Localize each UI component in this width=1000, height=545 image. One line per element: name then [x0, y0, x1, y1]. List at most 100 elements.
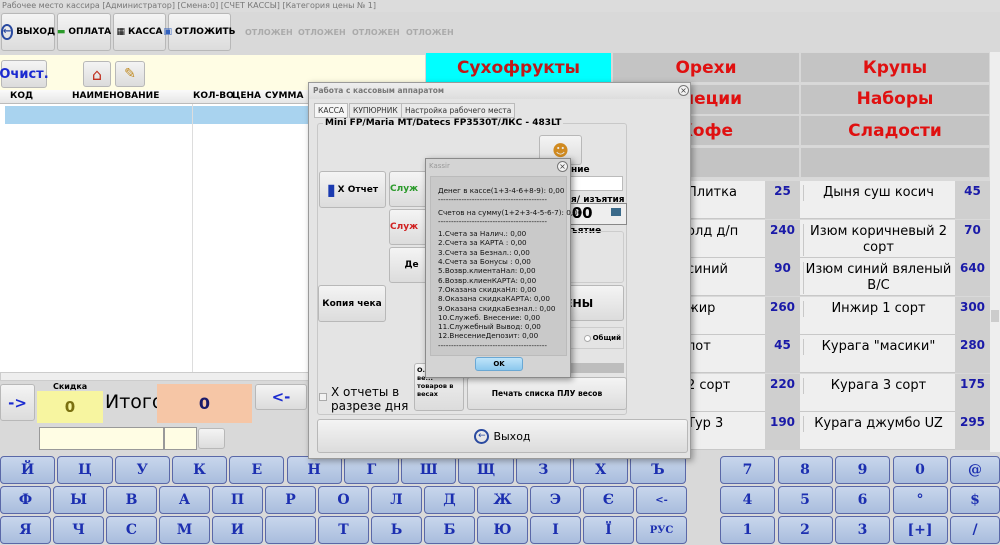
calculator-icon[interactable]	[611, 208, 621, 216]
product-scrollbar[interactable]	[990, 180, 1000, 452]
key-Р[interactable]: Р	[265, 486, 316, 514]
key-Н[interactable]: Н	[286, 456, 342, 484]
key-/[interactable]: /	[950, 516, 1000, 544]
key-Ф[interactable]: Ф	[0, 486, 51, 514]
key-Ъ[interactable]: Ъ	[630, 456, 686, 484]
key-Л[interactable]: Л	[371, 486, 422, 514]
key-М[interactable]: М	[159, 516, 210, 544]
product-name[interactable]: Плитка	[687, 185, 762, 201]
pay-button[interactable]: ▬ ОПЛАТА	[57, 13, 111, 51]
quantity-field[interactable]	[164, 427, 197, 450]
key-У[interactable]: У	[114, 456, 170, 484]
key-$[interactable]: $	[950, 486, 1000, 514]
receipt-copy-button[interactable]: Копия чека	[318, 285, 386, 322]
key-Б[interactable]: Б	[424, 516, 475, 544]
category-button[interactable]	[800, 146, 990, 178]
product-name[interactable]: Дыня суш косич	[803, 185, 953, 201]
key-°[interactable]: °	[892, 486, 948, 514]
key-1[interactable]: 1	[720, 516, 775, 544]
key-0[interactable]: 0	[892, 456, 948, 484]
prices-button[interactable]: ЕНЫ	[564, 285, 624, 321]
product-name[interactable]: синий	[687, 262, 762, 278]
product-name[interactable]: Изюм коричневый 2 сорт	[803, 223, 953, 256]
clear-button[interactable]: Очист.	[0, 60, 49, 88]
key-Ь[interactable]: Ь	[371, 516, 422, 544]
edit-icon[interactable]: ✎	[115, 61, 145, 87]
key-5[interactable]: 5	[777, 486, 833, 514]
product-name[interactable]: лот	[687, 339, 762, 355]
key-І[interactable]: І	[530, 516, 581, 544]
category-scrollbar[interactable]	[990, 52, 1000, 180]
input-field[interactable]	[39, 427, 164, 450]
key-Ж[interactable]: Ж	[477, 486, 528, 514]
category-button[interactable]: Наборы	[800, 83, 990, 115]
key-Є[interactable]: Є	[583, 486, 634, 514]
prev-button[interactable]: <-	[255, 384, 307, 410]
key-К[interactable]: К	[171, 456, 228, 484]
defer-button[interactable]: ▣ ОТЛОЖИТЬ	[164, 13, 236, 51]
key-Д[interactable]: Д	[424, 486, 475, 514]
product-name[interactable]: Инжир 1 сорт	[803, 300, 953, 317]
key-Ц[interactable]: Ц	[57, 456, 113, 484]
product-name[interactable]: Курага 3 сорт	[803, 377, 953, 394]
next-button[interactable]: ->	[0, 384, 35, 421]
key-О[interactable]: О	[318, 486, 369, 514]
product-name[interactable]: Курага джумбо UZ	[803, 416, 953, 432]
key-П[interactable]: П	[212, 486, 263, 514]
close-icon[interactable]: ×	[678, 85, 689, 96]
deferred-slot[interactable]: ОТЛОЖЕН	[352, 28, 400, 37]
key-Я[interactable]: Я	[0, 516, 51, 544]
category-button[interactable]: Сладости	[800, 115, 990, 146]
deferred-slot[interactable]: ОТЛОЖЕН	[406, 28, 454, 37]
tab-kupyurnik[interactable]: КУПЮРНИК	[349, 103, 402, 118]
key-З[interactable]: З	[515, 456, 571, 484]
key-<-[interactable]: <-	[636, 486, 687, 514]
key-Ю[interactable]: Ю	[477, 516, 528, 544]
radio-icon[interactable]	[583, 334, 591, 342]
exit-button[interactable]: ← ВЫХОД	[0, 13, 55, 51]
key-@[interactable]: @	[950, 456, 1000, 484]
key-Х[interactable]: Х	[573, 456, 629, 484]
key-С[interactable]: С	[106, 516, 157, 544]
key-Е[interactable]: Е	[229, 456, 285, 484]
key-[+][interactable]: [+]	[892, 516, 948, 544]
product-name[interactable]: Изюм синий вяленый В/С	[803, 262, 953, 294]
deferred-slot[interactable]: ОТЛОЖЕН	[298, 28, 346, 37]
deferred-slot[interactable]: ОТЛОЖЕН	[245, 28, 293, 37]
key-7[interactable]: 7	[720, 456, 775, 484]
product-name[interactable]: жир	[687, 301, 762, 317]
key-Й[interactable]: Й	[0, 456, 56, 484]
cash-register-button[interactable]: ▦ КАССА	[113, 13, 166, 51]
ok-button[interactable]: OK	[475, 357, 523, 371]
close-icon[interactable]: ×	[557, 161, 568, 172]
key-Т[interactable]: Т	[318, 516, 369, 544]
product-name[interactable]: Тур 3	[687, 416, 762, 432]
product-name[interactable]: олд д/п	[687, 224, 762, 240]
product-name[interactable]: Курага "масики"	[803, 339, 953, 355]
category-button[interactable]: Орехи	[612, 52, 800, 83]
key-Э[interactable]: Э	[530, 486, 581, 514]
x-by-day-checkbox[interactable]	[319, 393, 327, 401]
dialog-exit-button[interactable]: ← Выход	[317, 419, 688, 453]
key-Щ[interactable]: Щ	[458, 456, 514, 484]
x-report-button[interactable]: ▮ X Отчет	[319, 171, 386, 208]
tab-kassa[interactable]: КАССА	[314, 103, 349, 118]
general-radio[interactable]: Общий	[567, 327, 624, 349]
key-РУС[interactable]: РУС	[636, 516, 687, 544]
key-Ш[interactable]: Ш	[401, 456, 457, 484]
key-Ы[interactable]: Ы	[53, 486, 104, 514]
key-Ї[interactable]: Ї	[583, 516, 634, 544]
key-И[interactable]: И	[212, 516, 263, 544]
product-name[interactable]: 2 сорт	[687, 378, 762, 394]
plu-print-button[interactable]: Печать списка ПЛУ весов	[467, 377, 627, 410]
input-button[interactable]	[198, 428, 225, 449]
deposit-input[interactable]	[566, 176, 623, 191]
key-Г[interactable]: Г	[343, 456, 400, 484]
key-8[interactable]: 8	[777, 456, 833, 484]
key-2[interactable]: 2	[777, 516, 833, 544]
home-icon[interactable]: ⌂	[83, 61, 111, 87]
key-3[interactable]: 3	[835, 516, 890, 544]
category-button[interactable]: Крупы	[800, 52, 990, 83]
key-А[interactable]: А	[159, 486, 210, 514]
tab-settings[interactable]: Настройка рабочего места	[401, 103, 516, 118]
